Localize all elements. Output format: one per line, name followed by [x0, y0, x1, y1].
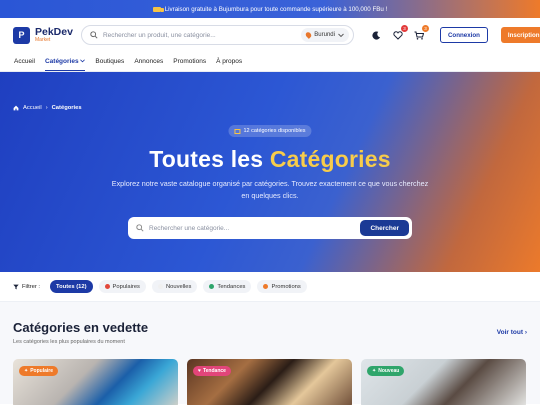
chevron-down-icon	[338, 33, 344, 37]
page-title: Toutes les Catégories	[0, 146, 540, 173]
featured-categories: Catégories en vedette Les catégories les…	[0, 302, 540, 405]
breadcrumb-home[interactable]: Accueil	[23, 105, 42, 111]
filter-bar: Filtrer : Toutes (12) Populaires Nouvell…	[0, 272, 540, 302]
see-all-link[interactable]: Voir tout ›	[497, 329, 527, 336]
filter-chip-label: Promotions	[271, 283, 301, 290]
category-search-input[interactable]: Rechercher une catégorie...	[149, 225, 355, 232]
promo-banner: Livraison gratuite à Bujumbura pour tout…	[0, 0, 540, 18]
wishlist-badge: 3	[400, 25, 408, 32]
logo-mark: P	[13, 26, 30, 44]
nav-item-promotions[interactable]: Promotions	[173, 58, 206, 65]
top-header: P PekDev Market Rechercher un produit, u…	[0, 18, 540, 52]
dark-mode-toggle[interactable]	[372, 30, 382, 40]
filter-chip-all[interactable]: Toutes (12)	[50, 280, 93, 293]
nav-item-home[interactable]: Accueil	[14, 58, 35, 65]
chevron-down-icon	[80, 59, 86, 63]
breadcrumb-separator-icon: ›	[45, 105, 48, 111]
nav-item-about[interactable]: À propos	[216, 58, 242, 65]
breadcrumb-current: Catégories	[51, 105, 82, 111]
sparkle-icon: ✦	[372, 368, 377, 374]
section-title: Catégories en vedette	[13, 320, 149, 335]
filter-chip-promotions[interactable]: Promotions	[257, 280, 307, 293]
category-card[interactable]: ✦ Populaire	[13, 359, 178, 405]
see-all-label: Voir tout	[496, 329, 524, 336]
filter-label: Filtrer :	[13, 284, 40, 290]
nav-item-ads[interactable]: Annonces	[134, 58, 163, 65]
promo-text: Livraison gratuite à Bujumbura pour tout…	[164, 5, 388, 13]
heart-icon	[393, 30, 403, 40]
grid-icon	[234, 128, 241, 134]
moon-icon	[372, 30, 381, 40]
category-count-badge: 12 catégories disponibles	[228, 125, 312, 137]
category-card[interactable]: ♥ Tendance	[187, 359, 352, 405]
breadcrumb: Accueil › Catégories	[13, 105, 82, 111]
nav-item-categories[interactable]: Catégories	[44, 58, 86, 71]
location-value: Burundi	[314, 32, 335, 38]
heart-icon: ♥	[198, 368, 201, 374]
cart-icon	[414, 31, 424, 40]
category-search-bar[interactable]: Rechercher une catégorie... Chercher	[128, 217, 412, 239]
trend-icon	[209, 284, 215, 289]
filter-chip-label: Tendances	[217, 283, 246, 290]
page-title-prefix: Toutes les	[149, 146, 264, 172]
signup-button[interactable]: Inscription	[500, 27, 540, 43]
wishlist-button[interactable]: 3	[393, 25, 408, 40]
brand-logo[interactable]: P PekDev Market	[13, 25, 73, 44]
nav-item-label: Catégories	[44, 58, 79, 65]
category-count-text: 12 catégories disponibles	[243, 128, 306, 134]
filter-icon	[13, 284, 19, 289]
section-subtitle: Les catégories les plus populaires du mo…	[13, 339, 125, 345]
search-bar[interactable]: Rechercher un produit, une catégorie... …	[80, 25, 354, 45]
filter-chip-label: Populaires	[112, 283, 140, 290]
filter-chip-popular[interactable]: Populaires	[98, 280, 146, 293]
category-search-button[interactable]: Chercher	[360, 220, 409, 236]
home-icon	[13, 105, 19, 111]
page-subtitle: Explorez notre vaste catalogue organisé …	[111, 179, 429, 200]
brand-name: PekDev	[35, 25, 73, 38]
location-pin-icon	[304, 31, 313, 39]
location-select[interactable]: Burundi	[301, 28, 349, 42]
card-badge: ♥ Tendance	[193, 366, 231, 376]
hero-section: Accueil › Catégories 12 catégories dispo…	[0, 72, 540, 272]
nav-item-shops[interactable]: Boutiques	[95, 58, 124, 65]
brand-tagline: Market	[35, 37, 51, 44]
filter-chip-label: Nouvelles	[165, 283, 192, 290]
filter-chip-new[interactable]: Nouvelles	[151, 280, 198, 293]
truck-icon	[152, 6, 164, 12]
card-badge-label: Tendance	[202, 368, 226, 374]
search-icon	[90, 31, 98, 39]
card-badge: ✦ Nouveau	[367, 366, 405, 376]
page-title-highlight: Catégories	[269, 146, 391, 172]
fire-icon	[104, 284, 110, 289]
search-input[interactable]: Rechercher un produit, une catégorie...	[103, 32, 296, 39]
search-icon	[136, 224, 144, 232]
card-badge-label: Nouveau	[378, 368, 400, 374]
star-icon: ✦	[24, 368, 29, 374]
filter-chip-trending[interactable]: Tendances	[203, 280, 252, 293]
card-badge-label: Populaire	[30, 368, 53, 374]
cart-button[interactable]: 3	[414, 25, 429, 40]
tag-icon	[263, 284, 269, 289]
card-badge: ✦ Populaire	[19, 366, 58, 376]
sparkle-icon	[157, 284, 163, 289]
main-nav: Accueil Catégories Boutiques Annonces Pr…	[0, 52, 540, 72]
filter-label-text: Filtrer :	[22, 283, 41, 290]
login-button[interactable]: Connexion	[439, 27, 488, 43]
cart-badge: 3	[421, 25, 429, 32]
category-card[interactable]: ✦ Nouveau	[361, 359, 526, 405]
